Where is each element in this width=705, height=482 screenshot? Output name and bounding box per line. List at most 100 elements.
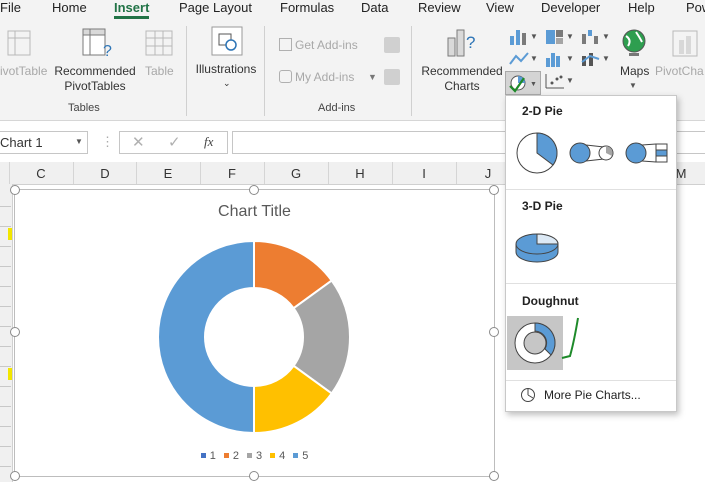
- cancel-icon[interactable]: ✕: [132, 133, 145, 151]
- more-pie-charts-link[interactable]: More Pie Charts...: [520, 386, 670, 406]
- column-header-c[interactable]: C: [31, 166, 51, 181]
- doughnut-plot[interactable]: [154, 237, 354, 437]
- column-header-i[interactable]: I: [414, 166, 434, 181]
- resize-handle[interactable]: [489, 185, 499, 195]
- waterfall-chart-dropdown-icon[interactable]: ▼: [602, 29, 610, 44]
- row-divider: [0, 426, 11, 427]
- bing-maps-icon[interactable]: [384, 37, 400, 53]
- pivottable-icon: [7, 30, 31, 56]
- hierarchy-chart-icon[interactable]: [544, 28, 566, 46]
- illustrations-button[interactable]: [211, 26, 243, 59]
- hierarchy-chart-dropdown-icon[interactable]: ▼: [566, 29, 574, 44]
- pivottable-button[interactable]: [2, 28, 32, 61]
- my-addins-dropdown-icon[interactable]: ▼: [368, 70, 377, 85]
- resize-handle[interactable]: [10, 327, 20, 337]
- chart-legend[interactable]: 1 2 3 4 5: [15, 450, 494, 462]
- tab-help[interactable]: Help: [628, 0, 655, 19]
- column-header-h[interactable]: H: [350, 166, 370, 181]
- legend-label: 1: [209, 450, 216, 462]
- waterfall-chart-icon[interactable]: [580, 28, 602, 46]
- scatter-chart-dropdown-icon[interactable]: ▼: [566, 73, 574, 88]
- pivottable-label: ivotTable: [0, 64, 48, 78]
- resize-handle[interactable]: [10, 185, 20, 195]
- row-divider: [0, 466, 11, 467]
- resize-handle[interactable]: [489, 471, 499, 481]
- combo-chart-dropdown-icon[interactable]: ▼: [602, 51, 610, 66]
- legend-item-4[interactable]: 4: [270, 450, 285, 462]
- tab-power[interactable]: Pow: [686, 0, 705, 19]
- get-addins-button[interactable]: Get Add-ins: [279, 38, 358, 53]
- resize-handle[interactable]: [249, 185, 259, 195]
- column-header-e[interactable]: E: [158, 166, 178, 181]
- section-2d-pie: 2-D Pie: [522, 104, 563, 118]
- legend-item-2[interactable]: 2: [223, 450, 239, 462]
- column-header-g[interactable]: G: [286, 166, 306, 181]
- legend-item-1[interactable]: 1: [200, 450, 216, 462]
- row-divider: [0, 446, 11, 447]
- column-divider: [9, 162, 10, 184]
- pie-chart-icon: ▼: [509, 75, 537, 93]
- row-divider: [0, 246, 11, 247]
- chart-title[interactable]: Chart Title: [15, 203, 494, 221]
- pie-of-pie-option[interactable]: [568, 136, 616, 170]
- column-header-f[interactable]: F: [222, 166, 242, 181]
- tab-review[interactable]: Review: [418, 0, 461, 19]
- column-divider: [73, 162, 74, 184]
- doughnut-slice-5[interactable]: [157, 239, 255, 435]
- column-header-d[interactable]: D: [95, 166, 115, 181]
- recommended-pivottables-icon: ?: [82, 28, 112, 60]
- maps-button[interactable]: [620, 28, 648, 61]
- line-chart-icon[interactable]: [508, 50, 530, 68]
- chart-area[interactable]: Chart Title 1 2 3 4 5: [14, 189, 495, 477]
- legend-item-5[interactable]: 5: [293, 450, 308, 462]
- line-chart-dropdown-icon[interactable]: ▼: [530, 51, 538, 66]
- bar-of-pie-option[interactable]: [624, 136, 672, 170]
- legend-swatch: [200, 453, 206, 458]
- more-pie-charts-label: More Pie Charts...: [544, 388, 641, 402]
- tab-insert[interactable]: Insert: [114, 0, 150, 19]
- pivotchart-label: PivotCha: [655, 64, 704, 78]
- dropdown-divider: [506, 380, 676, 381]
- recommended-pivottables-button[interactable]: ?: [79, 26, 115, 63]
- statistic-chart-dropdown-icon[interactable]: ▼: [566, 51, 574, 66]
- illustrations-icon: [211, 26, 243, 56]
- pie-3d-option[interactable]: [513, 226, 561, 266]
- name-box[interactable]: Chart 1 ▼: [0, 131, 88, 154]
- illustrations-dropdown-icon[interactable]: ⌄: [223, 76, 231, 91]
- enter-icon[interactable]: ✓: [168, 133, 181, 151]
- legend-item-3[interactable]: 3: [246, 450, 262, 462]
- legend-swatch: [223, 453, 229, 458]
- my-addins-button[interactable]: My Add-ins: [279, 70, 354, 85]
- resize-handle[interactable]: [249, 471, 259, 481]
- tab-formulas[interactable]: Formulas: [280, 0, 334, 19]
- statistic-chart-icon[interactable]: [544, 50, 566, 68]
- combo-chart-icon[interactable]: [580, 50, 602, 68]
- insert-function-icon[interactable]: fx: [204, 134, 213, 150]
- tab-home[interactable]: Home: [52, 0, 87, 19]
- recommended-charts-button[interactable]: ?: [445, 26, 481, 63]
- name-box-dropdown-icon[interactable]: ▼: [75, 137, 83, 146]
- resize-handle[interactable]: [489, 327, 499, 337]
- recommended-charts-label-2: Charts: [444, 79, 480, 93]
- column-header-j[interactable]: J: [478, 166, 498, 181]
- row-divider: [0, 266, 11, 267]
- legend-label: 5: [302, 450, 309, 462]
- recommended-charts-icon: ?: [447, 29, 475, 57]
- resize-handle[interactable]: [10, 471, 20, 481]
- tab-data[interactable]: Data: [361, 0, 388, 19]
- tab-page-layout[interactable]: Page Layout: [179, 0, 252, 19]
- column-chart-icon[interactable]: [508, 28, 530, 46]
- scatter-chart-icon[interactable]: [544, 72, 566, 90]
- tab-view[interactable]: View: [486, 0, 514, 19]
- pie-chart-button[interactable]: ▼: [505, 71, 541, 95]
- doughnut-option[interactable]: [507, 316, 563, 370]
- tab-file[interactable]: File: [0, 0, 21, 19]
- column-chart-dropdown-icon[interactable]: ▼: [530, 29, 538, 44]
- pie-2d-option[interactable]: [513, 129, 561, 177]
- pivotchart-button[interactable]: [670, 28, 700, 61]
- tab-developer[interactable]: Developer: [541, 0, 600, 19]
- more-options-icon: ⋮: [101, 134, 114, 149]
- maps-dropdown-icon[interactable]: ▼: [629, 78, 637, 93]
- people-graph-icon[interactable]: [384, 69, 400, 85]
- table-button[interactable]: [143, 28, 175, 61]
